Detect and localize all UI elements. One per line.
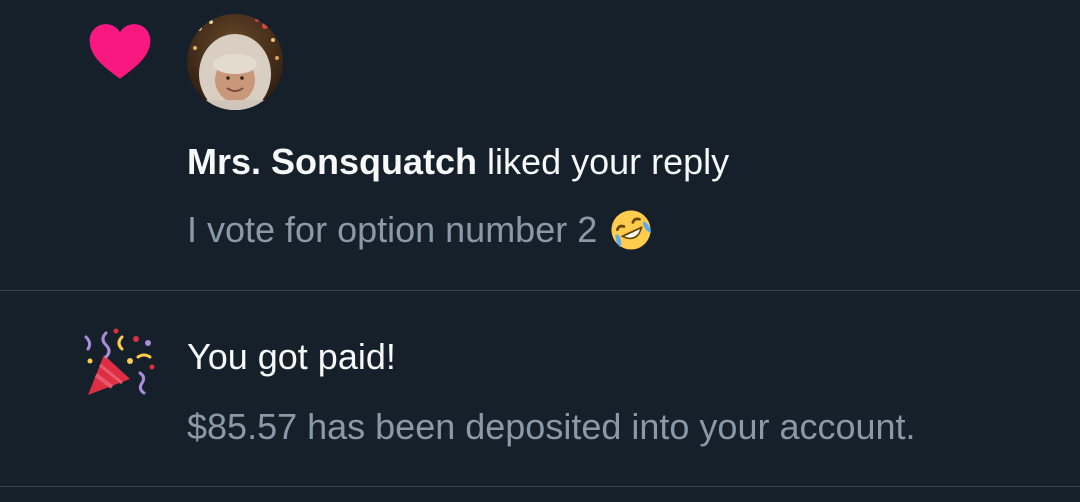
- payment-title: You got paid!: [187, 336, 396, 377]
- username[interactable]: Mrs. Sonsquatch: [187, 141, 477, 182]
- like-action-text: liked your reply: [477, 141, 730, 182]
- payment-notification[interactable]: You got paid! $85.57 has been deposited …: [0, 291, 1080, 486]
- divider: [0, 486, 1080, 487]
- like-headline: Mrs. Sonsquatch liked your reply: [187, 140, 729, 184]
- reply-text: I vote for option number 2: [187, 209, 598, 250]
- notifications-feed: Mrs. Sonsquatch liked your reply I vote …: [0, 0, 1080, 502]
- reply-preview[interactable]: I vote for option number 2: [187, 208, 653, 252]
- user-avatar[interactable]: [187, 14, 283, 110]
- payment-description: $85.57 has been deposited into your acco…: [187, 406, 916, 447]
- rolling-on-floor-laughing-emoji-icon: [611, 210, 652, 250]
- party-popper-icon: [84, 328, 155, 395]
- like-notification[interactable]: Mrs. Sonsquatch liked your reply I vote …: [0, 0, 1080, 290]
- heart-icon: [89, 24, 151, 79]
